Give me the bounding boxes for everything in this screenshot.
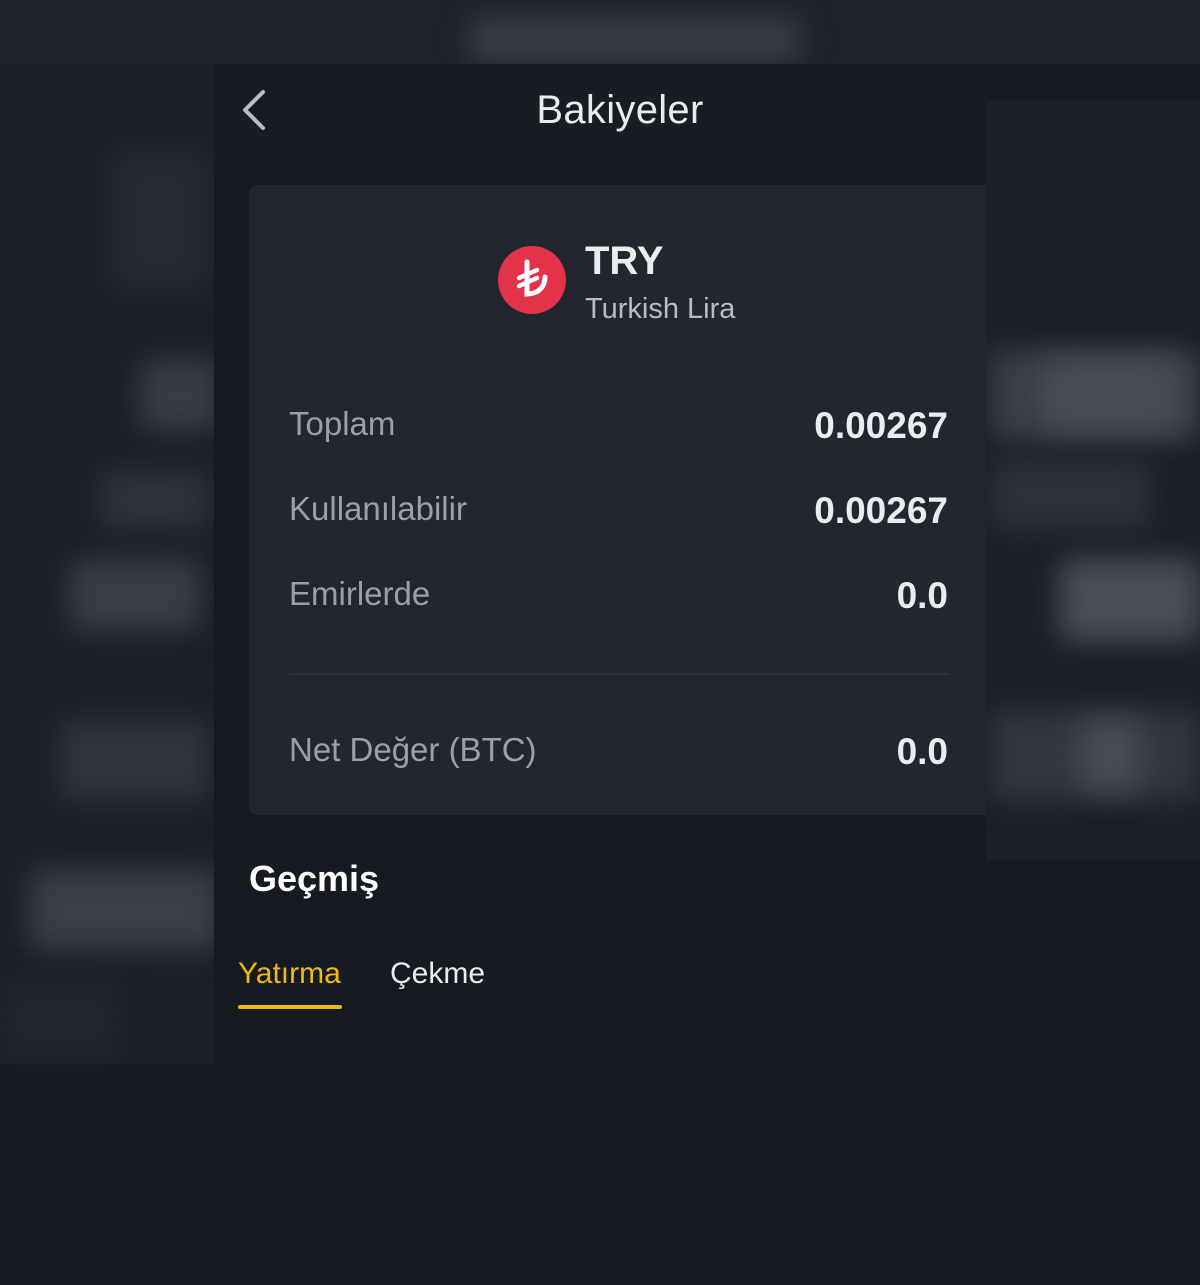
asset-symbol: TRY <box>585 239 664 283</box>
background-blurred-element <box>60 720 210 800</box>
balance-row-in-orders: Emirlerde 0.0 <box>289 575 948 625</box>
turkish-lira-icon <box>498 246 566 314</box>
active-tab-indicator <box>238 1005 342 1009</box>
background-blurred-element <box>1060 560 1200 640</box>
balance-row-net-value: Net Değer (BTC) 0.0 <box>289 731 948 781</box>
balance-row-total: Toplam 0.00267 <box>289 405 948 455</box>
balance-row-available: Kullanılabilir 0.00267 <box>289 490 948 540</box>
background-blurred-element <box>70 560 200 630</box>
background-blurred-element <box>1040 360 1180 430</box>
lira-glyph-icon <box>516 259 548 297</box>
in-orders-label: Emirlerde <box>289 575 431 612</box>
total-label: Toplam <box>289 405 396 442</box>
net-value-label: Net Değer (BTC) <box>289 731 537 768</box>
tab-withdraw[interactable]: Çekme <box>390 957 485 991</box>
background-blurred-element <box>110 150 210 290</box>
page-title: Bakiyeler <box>536 88 704 132</box>
background-blurred-element <box>1080 720 1140 790</box>
background-blurred-element <box>140 360 220 430</box>
background-blurred-element <box>30 870 220 950</box>
in-orders-value: 0.0 <box>896 575 948 616</box>
balances-panel: Bakiyeler TRY Turkish Lira Toplam 0.0026… <box>214 64 986 1285</box>
balance-card: TRY Turkish Lira Toplam 0.00267 Kullanıl… <box>249 185 986 815</box>
background-blurred-element <box>470 18 800 62</box>
net-value-value: 0.0 <box>896 731 948 772</box>
background-blurred-element <box>0 980 120 1060</box>
history-title: Geçmiş <box>249 858 380 899</box>
total-value: 0.00267 <box>814 405 948 446</box>
background-blurred-element <box>100 470 210 530</box>
background-blurred-element <box>990 460 1150 530</box>
available-value: 0.00267 <box>814 490 948 531</box>
tab-deposit[interactable]: Yatırma <box>238 957 341 991</box>
screen: Bakiyeler TRY Turkish Lira Toplam 0.0026… <box>0 0 1200 1285</box>
divider <box>289 673 948 675</box>
header-bar: Bakiyeler <box>214 64 986 174</box>
available-label: Kullanılabilir <box>289 490 467 527</box>
asset-name: Turkish Lira <box>585 293 736 325</box>
